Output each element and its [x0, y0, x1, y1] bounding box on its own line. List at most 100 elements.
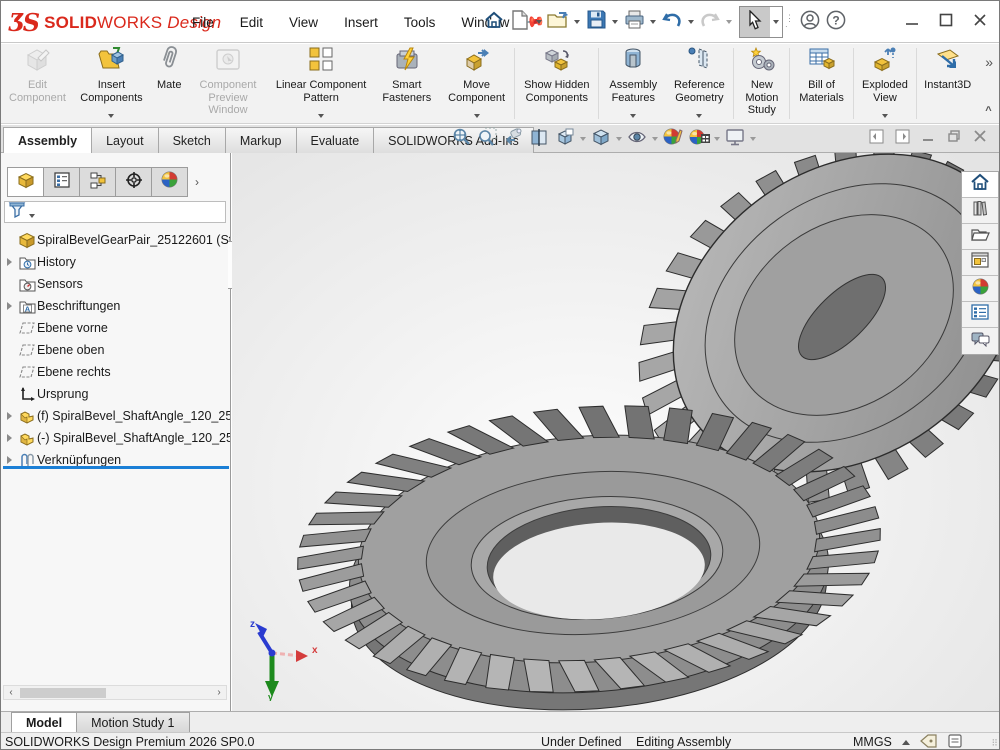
tree-item-plane-top[interactable]: Ebene oben — [1, 339, 231, 361]
ribbon-collapse-button[interactable]: ^ — [985, 105, 993, 117]
assembly-features-button[interactable]: Assembly Features — [600, 46, 666, 121]
tree-item-sensors[interactable]: Sensors — [1, 273, 231, 295]
gear-assembly-model[interactable] — [232, 153, 1000, 711]
menu-file[interactable]: File — [179, 1, 227, 43]
doc-restore-icon[interactable] — [945, 127, 963, 145]
reference-geometry-button[interactable]: Reference Geometry — [666, 46, 732, 121]
display-style-icon[interactable] — [588, 127, 614, 151]
tree-item-plane-front[interactable]: Ebene vorne — [1, 317, 231, 339]
scroll-left-icon[interactable]: ‹ — [4, 687, 18, 698]
expand-arrow-icon[interactable] — [7, 456, 12, 464]
propertymanager-tab-icon[interactable] — [43, 167, 80, 197]
forum-icon[interactable] — [962, 328, 998, 354]
menu-insert[interactable]: Insert — [331, 1, 391, 43]
print-button[interactable] — [621, 7, 647, 37]
design-library-icon[interactable] — [962, 198, 998, 224]
zoom-to-area-icon[interactable] — [474, 127, 500, 151]
rollback-bar[interactable] — [3, 466, 229, 469]
tab-layout[interactable]: Layout — [91, 127, 159, 153]
tree-item-history[interactable]: History — [1, 251, 231, 273]
home-button[interactable] — [481, 7, 507, 37]
menu-view[interactable]: View — [276, 1, 331, 43]
expand-arrow-icon[interactable] — [7, 302, 12, 310]
file-explorer-icon[interactable] — [962, 224, 998, 250]
graphics-viewport[interactable]: z x y — [232, 153, 1000, 711]
redo-dropdown[interactable] — [723, 7, 735, 37]
insert-components-button[interactable]: Insert Components — [72, 46, 151, 121]
new-document-button[interactable] — [507, 7, 533, 37]
bill-of-materials-button[interactable]: Bill of Materials — [791, 46, 851, 121]
close-button[interactable] — [965, 5, 995, 35]
tree-item-gear1[interactable]: (f) SpiralBevel_ShaftAngle_120_25 — [1, 405, 231, 427]
resize-grip-icon[interactable]: ⠿ — [991, 738, 999, 749]
move-component-button[interactable]: Move Component — [440, 46, 514, 121]
open-dropdown[interactable] — [571, 7, 583, 37]
tree-item-origin[interactable]: Ursprung — [1, 383, 231, 405]
tree-filter[interactable] — [4, 201, 226, 223]
expand-arrow-icon[interactable] — [7, 258, 12, 266]
configurationmanager-tab-icon[interactable] — [79, 167, 116, 197]
new-motion-study-button[interactable]: New Motion Study — [735, 46, 788, 121]
tab-evaluate[interactable]: Evaluate — [296, 127, 375, 153]
tree-item-gear2[interactable]: (-) SpiralBevel_ShaftAngle_120_25 — [1, 427, 231, 449]
manager-tabs-expand-icon[interactable]: › — [187, 167, 207, 197]
expand-arrow-icon[interactable] — [7, 434, 12, 442]
view-settings-icon[interactable] — [722, 127, 748, 151]
help-button[interactable]: ? — [823, 7, 849, 37]
edit-component-button[interactable]: Edit Component — [3, 46, 72, 121]
apply-scene-dropdown[interactable] — [712, 137, 722, 141]
view-palette-icon[interactable] — [962, 250, 998, 276]
view-settings-dropdown[interactable] — [748, 137, 758, 141]
tree-item-plane-right[interactable]: Ebene rechts — [1, 361, 231, 383]
component-preview-window-button[interactable]: Component Preview Window — [187, 46, 268, 121]
menu-tools[interactable]: Tools — [391, 1, 449, 43]
scroll-thumb[interactable] — [20, 688, 106, 698]
save-button[interactable] — [583, 7, 609, 37]
tree-item-annotations[interactable]: ABeschriftungen — [1, 295, 231, 317]
dimxpert-tab-icon[interactable] — [115, 167, 152, 197]
undo-dropdown[interactable] — [685, 7, 697, 37]
appearances-icon[interactable] — [962, 276, 998, 302]
custom-properties-icon[interactable] — [962, 302, 998, 328]
apply-scene-icon[interactable] — [686, 127, 712, 151]
previous-view-icon[interactable] — [500, 127, 526, 151]
tab-sketch[interactable]: Sketch — [158, 127, 226, 153]
edit-appearance-icon[interactable] — [660, 127, 686, 151]
expand-arrow-icon[interactable] — [7, 412, 12, 420]
pane-left-icon[interactable] — [867, 127, 885, 145]
display-style-dropdown[interactable] — [614, 137, 624, 141]
smart-fasteners-button[interactable]: Smart Fasteners — [374, 46, 440, 121]
task-home-icon[interactable] — [962, 172, 998, 198]
view-orientation-dropdown[interactable] — [578, 137, 588, 141]
section-view-icon[interactable] — [526, 127, 552, 151]
ribbon-overflow-button[interactable]: » — [985, 54, 993, 70]
print-dropdown[interactable] — [647, 7, 659, 37]
tab-motion-study-1[interactable]: Motion Study 1 — [76, 712, 189, 732]
view-orientation-icon[interactable] — [552, 127, 578, 151]
show-hidden-components-button[interactable]: Show Hidden Components — [516, 46, 597, 121]
hide-show-items-icon[interactable] — [624, 127, 650, 151]
units-value[interactable]: MMGS — [853, 735, 892, 749]
tree-horizontal-scrollbar[interactable]: ‹ › — [3, 685, 227, 700]
units-dropdown-icon[interactable] — [902, 740, 910, 745]
select-dropdown[interactable] — [770, 7, 782, 37]
account-button[interactable] — [797, 7, 823, 37]
doc-minimize-icon[interactable] — [919, 127, 937, 145]
hide-show-dropdown[interactable] — [650, 137, 660, 141]
displaymanager-tab-icon[interactable] — [151, 167, 188, 197]
open-button[interactable] — [545, 7, 571, 37]
undo-button[interactable] — [659, 7, 685, 37]
tab-markup[interactable]: Markup — [225, 127, 297, 153]
maximize-button[interactable] — [931, 5, 961, 35]
note-icon[interactable] — [948, 734, 962, 750]
scroll-right-icon[interactable]: › — [212, 687, 226, 698]
exploded-view-button[interactable]: Exploded View — [855, 46, 915, 121]
redo-button[interactable] — [697, 7, 723, 37]
select-cursor-button[interactable] — [740, 7, 770, 37]
doc-close-icon[interactable] — [971, 127, 989, 145]
new-dropdown[interactable] — [533, 7, 545, 37]
tab-assembly[interactable]: Assembly — [3, 127, 92, 153]
tab-model[interactable]: Model — [11, 712, 77, 732]
minimize-button[interactable] — [897, 5, 927, 35]
tag-icon[interactable] — [920, 734, 938, 750]
